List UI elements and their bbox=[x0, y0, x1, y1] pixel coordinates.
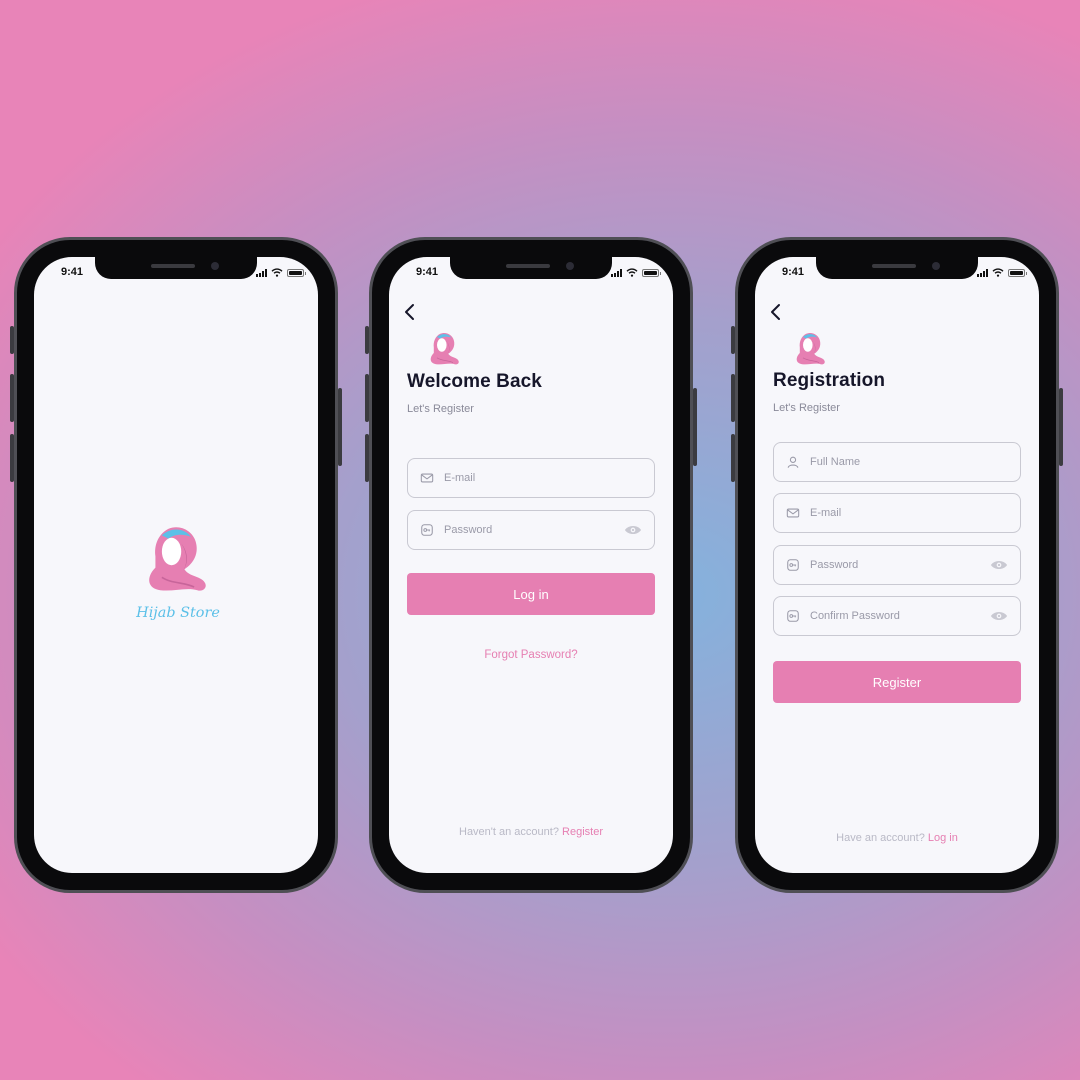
volume-up-button bbox=[10, 374, 14, 422]
small-logo bbox=[796, 332, 826, 365]
battery-icon bbox=[642, 268, 661, 277]
volume-down-button bbox=[365, 434, 369, 482]
phone-login: 9:41 Welcome Back Let's Register Log in … bbox=[365, 237, 697, 893]
mail-icon bbox=[786, 506, 800, 520]
mail-icon bbox=[420, 471, 434, 485]
notch bbox=[95, 257, 257, 279]
status-time: 9:41 bbox=[61, 266, 84, 278]
footer-prompt-text: Haven't an account? bbox=[459, 826, 559, 838]
status-icons bbox=[977, 268, 1027, 277]
password-field[interactable] bbox=[407, 510, 655, 550]
wifi-icon bbox=[271, 268, 283, 277]
back-arrow-icon[interactable] bbox=[769, 303, 783, 321]
brand-wordmark: Hijab Store bbox=[135, 605, 220, 621]
status-time: 9:41 bbox=[782, 266, 805, 278]
fullname-field[interactable] bbox=[773, 442, 1021, 482]
forgot-password-link[interactable]: Forgot Password? bbox=[389, 649, 673, 661]
small-logo bbox=[430, 332, 460, 365]
power-button bbox=[1059, 388, 1063, 466]
wifi-icon bbox=[992, 268, 1004, 277]
confirm-password-input[interactable] bbox=[810, 610, 984, 622]
eye-icon[interactable] bbox=[990, 610, 1008, 622]
eye-icon[interactable] bbox=[624, 524, 642, 536]
notch bbox=[450, 257, 612, 279]
power-button bbox=[693, 388, 697, 466]
battery-icon bbox=[1008, 268, 1027, 277]
signal-icon bbox=[256, 268, 267, 277]
login-screen: 9:41 Welcome Back Let's Register Log in … bbox=[389, 257, 673, 873]
splash-screen: 9:41 Hijab Store bbox=[34, 257, 318, 873]
silent-switch bbox=[365, 326, 369, 354]
register-link[interactable]: Register bbox=[562, 826, 603, 838]
silent-switch bbox=[10, 326, 14, 354]
login-button[interactable]: Log in bbox=[407, 573, 655, 615]
user-icon bbox=[786, 455, 800, 469]
power-button bbox=[338, 388, 342, 466]
register-button[interactable]: Register bbox=[773, 661, 1021, 703]
volume-down-button bbox=[731, 434, 735, 482]
key-icon bbox=[786, 609, 800, 623]
page-subtitle: Let's Register bbox=[773, 402, 840, 414]
status-icons bbox=[611, 268, 661, 277]
email-input[interactable] bbox=[444, 472, 642, 484]
page-title: Registration bbox=[773, 370, 886, 391]
status-icons bbox=[256, 268, 306, 277]
footer-prompt-text: Have an account? bbox=[836, 832, 925, 844]
email-input[interactable] bbox=[810, 507, 1008, 519]
phone-splash: 9:41 Hijab Store bbox=[10, 237, 342, 893]
email-field[interactable] bbox=[773, 493, 1021, 533]
page-title: Welcome Back bbox=[407, 371, 542, 392]
volume-up-button bbox=[731, 374, 735, 422]
back-arrow-icon[interactable] bbox=[403, 303, 417, 321]
silent-switch bbox=[731, 326, 735, 354]
volume-up-button bbox=[365, 374, 369, 422]
volume-down-button bbox=[10, 434, 14, 482]
fullname-input[interactable] bbox=[810, 456, 1008, 468]
signal-icon bbox=[977, 268, 988, 277]
password-input[interactable] bbox=[810, 559, 984, 571]
notch bbox=[816, 257, 978, 279]
key-icon bbox=[420, 523, 434, 537]
wifi-icon bbox=[626, 268, 638, 277]
registration-screen: 9:41 Registration Let's Register Full Na… bbox=[755, 257, 1039, 873]
login-link[interactable]: Log in bbox=[928, 832, 958, 844]
footer-login-prompt: Have an account? Log in bbox=[755, 832, 1039, 844]
battery-icon bbox=[287, 268, 306, 277]
page-subtitle: Let's Register bbox=[407, 403, 474, 415]
phone-registration: 9:41 Registration Let's Register Full Na… bbox=[731, 237, 1063, 893]
status-time: 9:41 bbox=[416, 266, 439, 278]
eye-icon[interactable] bbox=[990, 559, 1008, 571]
password-input[interactable] bbox=[444, 524, 618, 536]
email-field[interactable] bbox=[407, 458, 655, 498]
key-icon bbox=[786, 558, 800, 572]
password-field[interactable] bbox=[773, 545, 1021, 585]
confirm-password-field[interactable] bbox=[773, 596, 1021, 636]
signal-icon bbox=[611, 268, 622, 277]
hijab-store-logo: Hijab Store bbox=[135, 526, 220, 621]
footer-register-prompt: Haven't an account? Register bbox=[389, 826, 673, 838]
